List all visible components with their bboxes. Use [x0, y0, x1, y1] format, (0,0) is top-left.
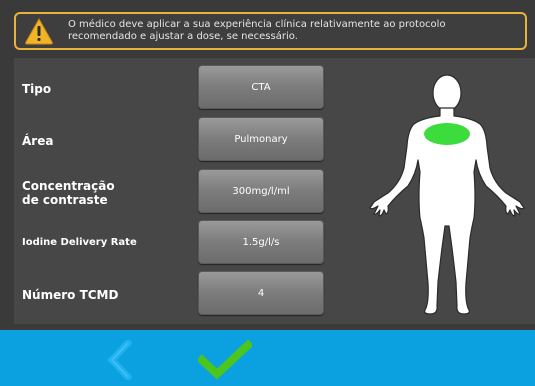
concentracao-button[interactable]: 300mg/l/ml — [198, 169, 324, 213]
label-tipo: Tipo — [22, 82, 52, 96]
chevron-left-icon — [107, 340, 132, 380]
numero-tcmd-button[interactable]: 4 — [198, 271, 324, 315]
checkmark-icon — [198, 340, 252, 380]
area-button[interactable]: Pulmonary — [198, 117, 324, 161]
warning-banner: O médico deve aplicar a sua experiência … — [14, 12, 527, 50]
warning-triangle-icon — [25, 17, 53, 45]
confirm-button[interactable] — [198, 340, 252, 380]
warning-line-2: recomendado e ajustar a dose, se necessá… — [68, 31, 298, 42]
warning-line-1: O médico deve aplicar a sua experiência … — [68, 19, 446, 30]
bottom-bar — [0, 330, 535, 386]
warning-text: O médico deve aplicar a sua experiência … — [68, 19, 446, 43]
label-concentracao-line-1: Concentração — [22, 179, 115, 193]
label-area: Área — [22, 134, 54, 148]
tipo-button[interactable]: CTA — [198, 65, 324, 109]
protocol-panel: Tipo CTA Área Pulmonary Concentração de … — [14, 58, 535, 324]
back-button[interactable] — [106, 340, 132, 380]
label-concentracao: Concentração de contraste — [22, 179, 115, 207]
human-body-icon — [369, 74, 525, 315]
label-iodine-delivery-rate: Iodine Delivery Rate — [22, 237, 137, 248]
label-concentracao-line-2: de contraste — [22, 193, 108, 207]
iodine-delivery-rate-button[interactable]: 1.5g/l/s — [198, 220, 324, 264]
label-numero-tcmd: Número TCMD — [22, 288, 119, 302]
chest-highlight — [424, 123, 470, 145]
